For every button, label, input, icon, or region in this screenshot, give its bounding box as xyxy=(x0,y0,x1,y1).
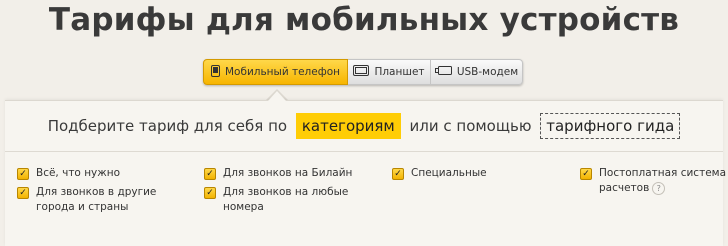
filter-calls-beeline[interactable]: ✓ Для звонков на Билайн xyxy=(204,166,352,181)
help-icon[interactable]: ? xyxy=(652,181,666,195)
categories-link[interactable]: категориям xyxy=(295,113,401,139)
filter-label: Специальные xyxy=(411,167,487,179)
tariff-guide-link[interactable]: тарифного гида xyxy=(540,113,681,139)
tab-usb-modem[interactable]: USB-модем xyxy=(431,59,523,85)
filter-label: Для звонков на Билайн xyxy=(223,167,353,179)
filter-label: Постоплатная система расчетов? xyxy=(599,167,727,195)
filter-postpaid[interactable]: ✓ Постоплатная система расчетов? xyxy=(580,166,726,196)
headline-prefix: Подберите тариф для себя по xyxy=(47,117,288,135)
filter-label: Для звонков в другие города и страны xyxy=(36,186,157,213)
checkbox-checked-icon[interactable]: ✓ xyxy=(580,168,592,180)
filter-label: Всё, что нужно xyxy=(36,167,121,179)
phone-icon xyxy=(210,64,220,80)
usb-modem-icon xyxy=(434,66,452,78)
filter-other-cities-countries[interactable]: ✓ Для звонков в другие города и страны xyxy=(17,185,156,215)
tab-label: Планшет xyxy=(374,66,425,78)
tariff-selector-headline: Подберите тариф для себя по категориям и… xyxy=(0,113,728,139)
page-title: Тарифы для мобильных устройств xyxy=(48,2,680,38)
headline-middle: или с помощью xyxy=(409,117,532,135)
checkbox-checked-icon[interactable]: ✓ xyxy=(17,168,29,180)
filter-special[interactable]: ✓ Специальные xyxy=(392,166,487,181)
tab-label: Мобильный телефон xyxy=(224,66,340,78)
checkbox-checked-icon[interactable]: ✓ xyxy=(17,187,29,199)
checkbox-checked-icon[interactable]: ✓ xyxy=(204,187,216,199)
tab-pointer-inner xyxy=(268,91,286,101)
tablet-icon xyxy=(353,65,370,79)
divider xyxy=(5,151,723,152)
checkbox-checked-icon[interactable]: ✓ xyxy=(204,168,216,180)
checkbox-checked-icon[interactable]: ✓ xyxy=(392,168,404,180)
filter-everything[interactable]: ✓ Всё, что нужно xyxy=(17,166,120,181)
tab-label: USB-модем xyxy=(456,66,519,78)
device-tabs: Мобильный телефон Планшет USB-модем xyxy=(203,59,523,85)
tab-tablet[interactable]: Планшет xyxy=(348,59,431,85)
tab-mobile-phone[interactable]: Мобильный телефон xyxy=(203,59,348,85)
filter-label: Для звонков на любые номера xyxy=(223,186,349,213)
filter-calls-any-numbers[interactable]: ✓ Для звонков на любые номера xyxy=(204,185,348,215)
